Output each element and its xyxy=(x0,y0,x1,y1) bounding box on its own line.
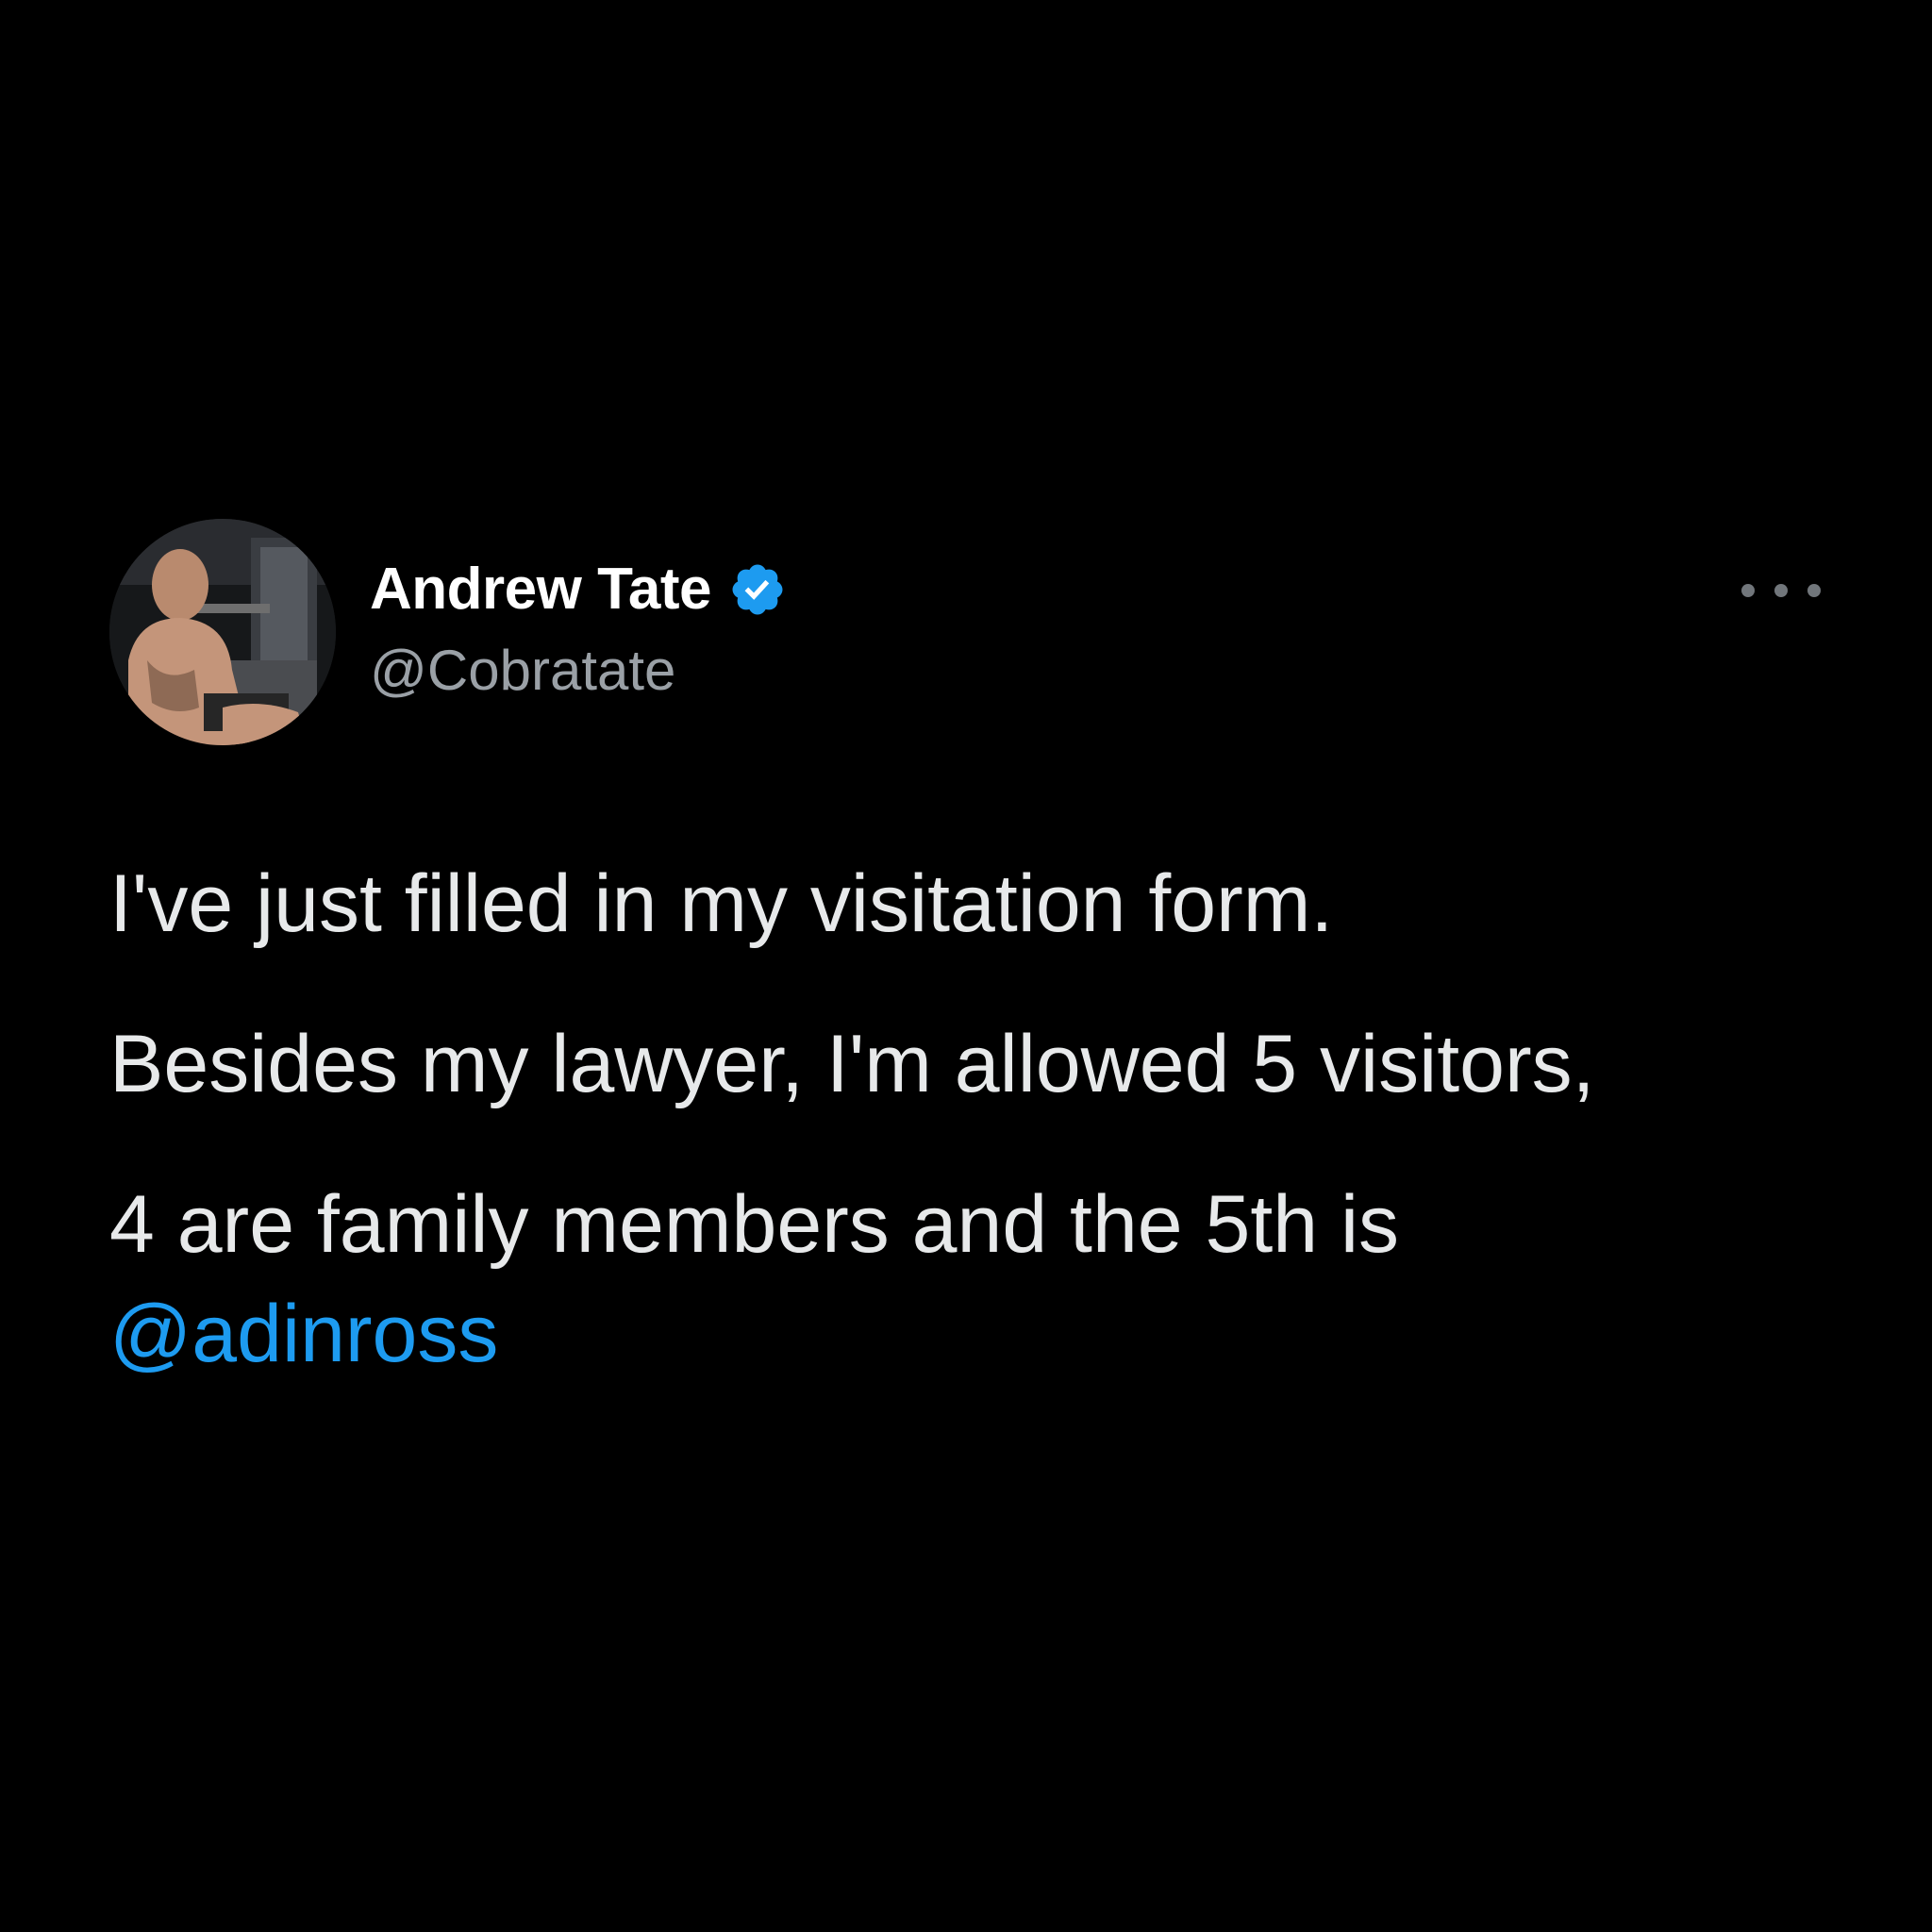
more-horizontal-icon-dot xyxy=(1807,584,1821,597)
tweet-line: Besides my lawyer, I'm allowed 5 visitor… xyxy=(109,1019,1595,1109)
more-options-button[interactable] xyxy=(1741,572,1821,609)
more-horizontal-icon xyxy=(1741,584,1755,597)
author-handle[interactable]: @Cobratate xyxy=(370,638,675,704)
mention-link[interactable]: @adinross xyxy=(109,1279,498,1389)
tweet-line: 4 are family members and the 5th is xyxy=(109,1179,1400,1270)
author-display-name[interactable]: Andrew Tate xyxy=(370,557,711,623)
tweet-line: I've just filled in my visitation form. xyxy=(109,858,1334,949)
tweet-card: Andrew Tate @Cobratate I've just filled … xyxy=(0,0,1932,1932)
tweet-text: I've just filled in my visitation form. … xyxy=(109,849,1826,1389)
author-name-row: Andrew Tate xyxy=(370,557,787,623)
more-horizontal-icon-dot xyxy=(1774,584,1788,597)
profile-photo-icon xyxy=(109,519,336,745)
verified-badge-icon xyxy=(728,560,787,619)
avatar[interactable] xyxy=(109,519,336,745)
